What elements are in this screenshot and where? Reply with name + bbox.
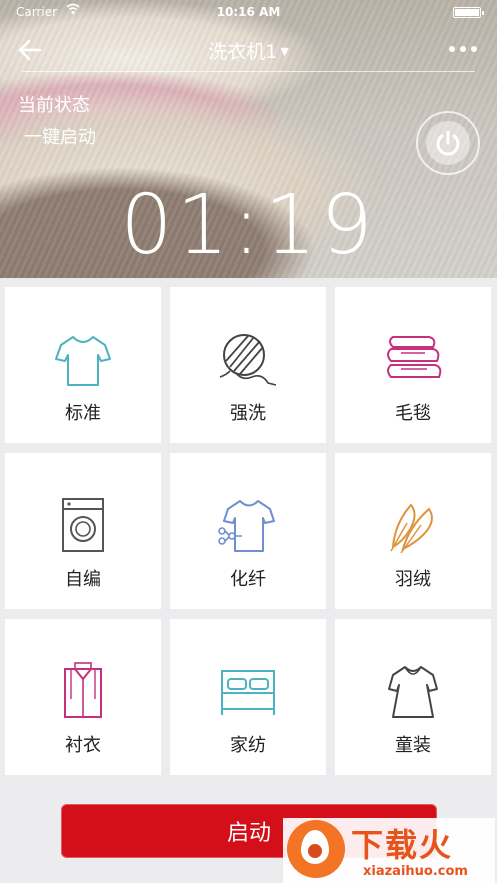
hero-banner: Carrier 10:16 AM 洗衣机1 ▼ 当前状态 一键启动 01:19: [0, 0, 497, 278]
program-label: 家纺: [230, 735, 266, 756]
mode-label: 一键启动: [24, 127, 96, 148]
program-kids[interactable]: 童装: [335, 619, 491, 775]
more-dot-icon: [471, 46, 477, 52]
bed-icon: [221, 670, 275, 715]
synthetic-shirt-icon: [218, 500, 275, 552]
program-custom[interactable]: 自编: [5, 453, 161, 609]
divider: [22, 71, 475, 72]
feather-icon: [390, 503, 433, 554]
program-label: 童装: [395, 735, 431, 756]
program-synthetic[interactable]: 化纤: [170, 453, 326, 609]
more-dot-icon: [460, 46, 466, 52]
program-blanket[interactable]: 毛毯: [335, 287, 491, 443]
nav-bar: 洗衣机1 ▼: [0, 26, 497, 72]
program-standard[interactable]: 标准: [5, 287, 161, 443]
folded-blanket-icon: [387, 336, 442, 378]
program-shirt[interactable]: 衬衣: [5, 619, 161, 775]
more-dot-icon: [449, 46, 455, 52]
program-label: 毛毯: [395, 403, 431, 424]
flame-logo-icon: [287, 820, 345, 878]
program-down[interactable]: 羽绒: [335, 453, 491, 609]
caret-down-icon: ▼: [280, 45, 289, 58]
watermark: 下载火 xiazaihuo.com: [283, 818, 495, 883]
washing-machine-icon: [62, 498, 104, 552]
dress-shirt-icon: [64, 662, 102, 718]
tshirt-icon: [55, 336, 111, 386]
more-button[interactable]: [449, 46, 477, 52]
device-selector[interactable]: 洗衣机1 ▼: [0, 37, 497, 64]
yarn-ball-icon: [219, 334, 277, 386]
program-home-textile[interactable]: 家纺: [170, 619, 326, 775]
watermark-text: 下载火: [351, 826, 454, 864]
status-label: 当前状态: [18, 95, 90, 116]
watermark-url: xiazaihuo.com: [363, 864, 468, 879]
power-icon: [436, 130, 460, 156]
program-label: 衬衣: [65, 735, 101, 756]
clock: 10:16 AM: [216, 5, 281, 19]
program-label: 化纤: [230, 569, 266, 590]
kids-dress-icon: [388, 666, 438, 718]
battery-icon: [453, 7, 484, 18]
countdown-timer: 01:19: [120, 178, 377, 273]
program-label: 强洗: [230, 403, 266, 424]
program-label: 羽绒: [395, 569, 431, 590]
program-label: 自编: [65, 569, 101, 590]
power-button[interactable]: [416, 111, 480, 175]
status-bar: Carrier 10:16 AM: [0, 3, 497, 21]
program-heavy[interactable]: 强洗: [170, 287, 326, 443]
page-title: 洗衣机1: [208, 41, 278, 63]
program-label: 标准: [65, 403, 101, 424]
